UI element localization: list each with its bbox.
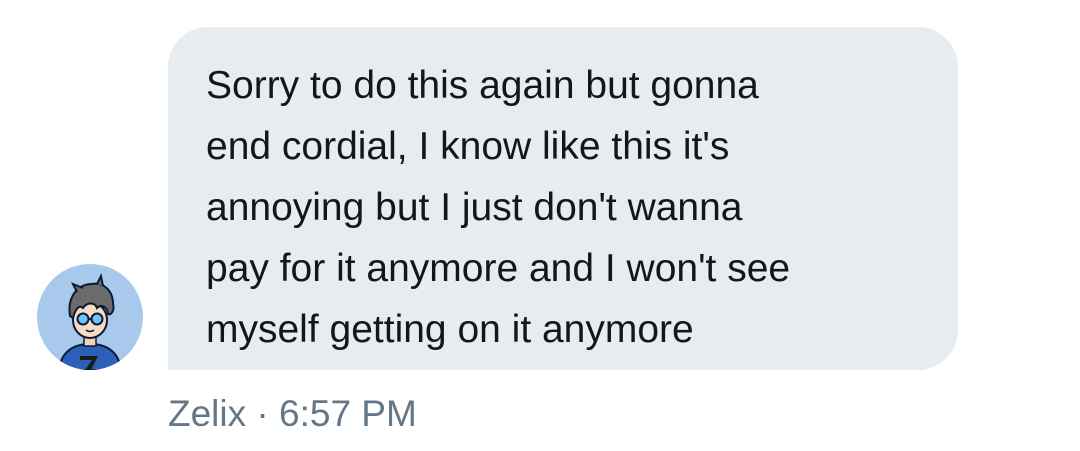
- sender-avatar[interactable]: [37, 264, 143, 370]
- message-timestamp: 6:57 PM: [279, 393, 417, 434]
- message-meta: Zelix · 6:57 PM: [168, 392, 417, 436]
- message-text: Sorry to do this again but gonna end cor…: [206, 64, 791, 351]
- user-avatar-icon: [57, 272, 123, 370]
- sender-name[interactable]: Zelix: [168, 393, 246, 434]
- message-bubble[interactable]: Sorry to do this again but gonna end cor…: [168, 27, 958, 370]
- meta-separator: ·: [246, 393, 280, 434]
